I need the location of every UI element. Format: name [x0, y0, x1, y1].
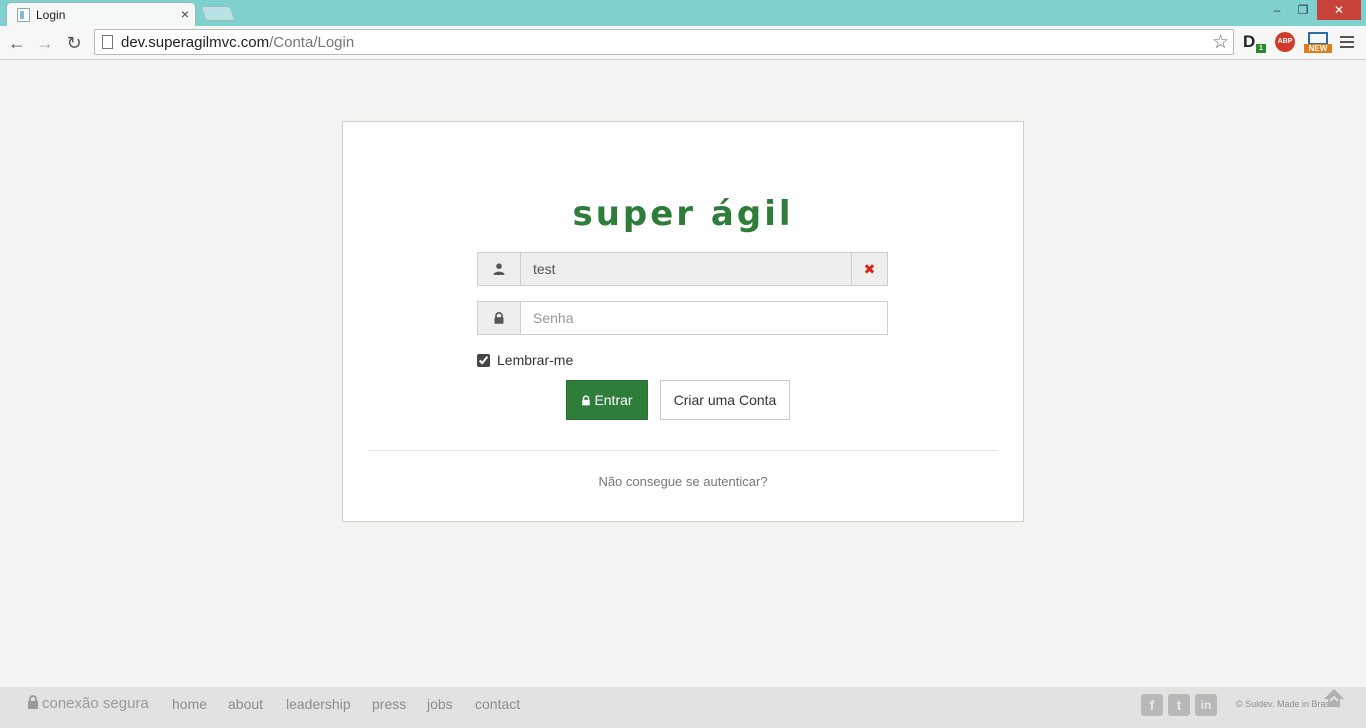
- user-icon: [478, 253, 521, 285]
- browser-toolbar: ← → ↻ dev.superagilmvc.com/Conta/Login ☆…: [0, 26, 1366, 60]
- forgot-login-link[interactable]: Não consegue se autenticar?: [343, 474, 1023, 489]
- back-arrow-icon[interactable]: ←: [6, 32, 28, 54]
- footer-link-leadership[interactable]: leadership: [286, 696, 351, 712]
- tab-title: Login: [36, 8, 66, 22]
- brand-logo: super ágil: [572, 194, 794, 234]
- secure-connection: conexão segura: [27, 695, 149, 712]
- footer-link-contact[interactable]: contact: [475, 696, 520, 712]
- secure-connection-label: conexão segura: [42, 695, 149, 712]
- window-minimize-button[interactable]: –: [1265, 0, 1289, 20]
- forward-arrow-icon[interactable]: →: [34, 32, 56, 54]
- browser-tab-login[interactable]: Login ×: [6, 2, 196, 26]
- tab-close-icon[interactable]: ×: [181, 6, 189, 22]
- login-button-label: Entrar: [594, 392, 633, 408]
- page-footer: conexão segura home about leadership pre…: [0, 687, 1366, 728]
- facebook-icon[interactable]: f: [1141, 694, 1163, 716]
- extension-d-label: D: [1243, 32, 1256, 51]
- login-button[interactable]: Entrar: [566, 380, 648, 420]
- extension-new-icon[interactable]: NEW: [1304, 32, 1332, 54]
- extension-d-icon[interactable]: D 1: [1243, 32, 1266, 54]
- password-input[interactable]: [521, 302, 887, 334]
- address-bar[interactable]: dev.superagilmvc.com/Conta/Login ☆: [94, 29, 1234, 55]
- page-icon: [102, 35, 113, 49]
- adblock-plus-icon[interactable]: ABP: [1275, 32, 1295, 52]
- url-path: /Conta/Login: [269, 34, 355, 51]
- footer-link-jobs[interactable]: jobs: [427, 696, 453, 712]
- footer-link-home[interactable]: home: [172, 696, 207, 712]
- window-close-button[interactable]: ✕: [1317, 0, 1361, 20]
- create-account-button[interactable]: Criar uma Conta: [660, 380, 790, 420]
- password-group: [477, 301, 888, 335]
- remember-me-label[interactable]: Lembrar-me: [497, 352, 573, 368]
- linkedin-icon[interactable]: in: [1195, 694, 1217, 716]
- footer-link-about[interactable]: about: [228, 696, 263, 712]
- lock-icon: [478, 302, 521, 334]
- twitter-icon[interactable]: t: [1168, 694, 1190, 716]
- new-tab-button[interactable]: [200, 6, 236, 21]
- divider: [368, 450, 998, 451]
- lock-icon: [582, 395, 591, 406]
- lock-icon: [28, 695, 38, 709]
- login-card: super ágil ✖ Lembrar-me Entrar Criar uma…: [342, 121, 1024, 522]
- bookmark-star-icon[interactable]: ☆: [1212, 31, 1229, 54]
- clear-username-icon[interactable]: ✖: [851, 253, 887, 285]
- address-url[interactable]: dev.superagilmvc.com/Conta/Login: [121, 34, 354, 51]
- page-favicon-icon: [17, 8, 30, 22]
- remember-me-checkbox[interactable]: [477, 354, 490, 367]
- extension-new-label: NEW: [1304, 44, 1332, 53]
- extension-d-badge: 1: [1256, 44, 1266, 53]
- username-group: ✖: [477, 252, 888, 286]
- reload-icon[interactable]: ↻: [63, 32, 85, 54]
- username-input[interactable]: [521, 253, 852, 285]
- back-to-top-icon[interactable]: [1322, 687, 1346, 709]
- url-domain: dev.superagilmvc.com: [121, 34, 270, 51]
- browser-tabbar: Login × – ❐ ✕: [0, 0, 1366, 26]
- browser-menu-icon[interactable]: [1340, 36, 1354, 51]
- footer-link-press[interactable]: press: [372, 696, 406, 712]
- window-restore-button[interactable]: ❐: [1291, 0, 1315, 20]
